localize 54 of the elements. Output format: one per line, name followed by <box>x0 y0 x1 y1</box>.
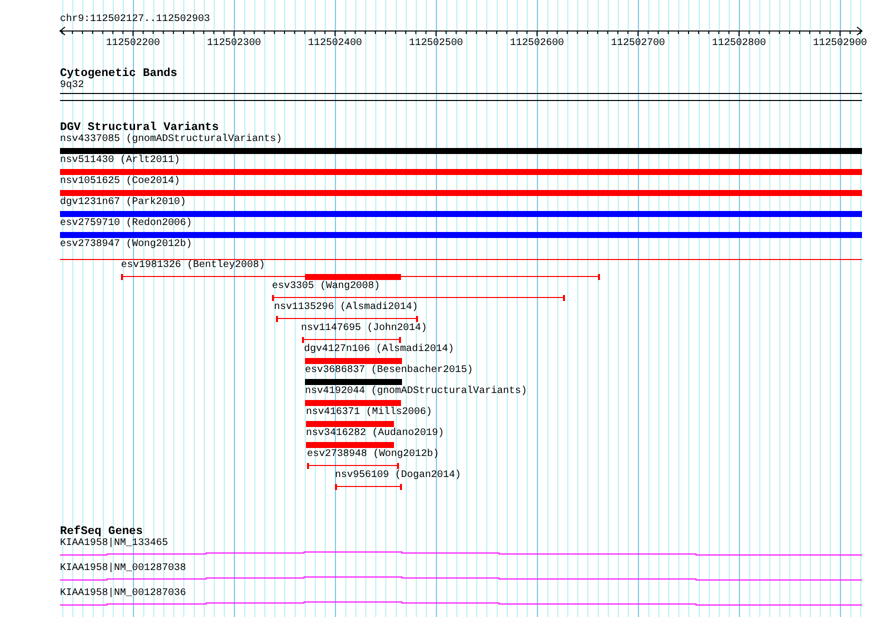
track-title: DGV Structural Variants <box>60 121 219 134</box>
variant-bar[interactable] <box>60 169 862 175</box>
variant-label: dgv1231n67 (Park2010) <box>60 197 186 209</box>
variant-span[interactable] <box>276 316 418 322</box>
variant-label: dgv4127n106 (Alsmadi2014) <box>304 344 454 356</box>
gene-label: KIAA1958|NM_001287038 <box>60 563 186 575</box>
transcript-line[interactable] <box>60 602 862 606</box>
band-label: 9q32 <box>60 80 84 92</box>
chromosome-band[interactable] <box>60 93 862 101</box>
variant-label: nsv1147695 (John2014) <box>301 323 428 335</box>
variant-bar[interactable] <box>305 400 401 406</box>
track-title: Cytogenetic Bands <box>60 67 178 80</box>
variant-span[interactable] <box>272 295 565 301</box>
ruler-tick-label: 112502300 <box>207 38 261 49</box>
variant-bar[interactable] <box>60 148 862 154</box>
ruler-tick-label: 112502400 <box>308 38 362 49</box>
variant-span[interactable] <box>302 337 401 343</box>
variant-bar[interactable] <box>60 232 862 238</box>
variant-label: nsv4337085 (gnomADStructuralVariants) <box>60 134 282 146</box>
variant-span[interactable] <box>307 463 399 469</box>
gene-label: KIAA1958|NM_001287036 <box>60 588 186 600</box>
ruler-tick-label: 112502800 <box>712 38 766 49</box>
variant-line[interactable] <box>60 259 862 260</box>
ruler-tick-label: 112502900 <box>813 38 867 49</box>
variant-bar[interactable] <box>60 211 862 217</box>
variant-label: esv2738948 (Wong2012b) <box>307 449 440 461</box>
ruler-tick-label: 112502200 <box>106 38 160 49</box>
ruler-tick-label: 112502600 <box>510 38 564 49</box>
variant-label: nsv1135296 (Alsmadi2014) <box>274 302 418 314</box>
variant-label: esv2759710 (Redon2006) <box>60 218 192 230</box>
variant-bar[interactable] <box>306 421 394 427</box>
variant-label: esv3305 (Wang2008) <box>272 281 380 293</box>
region-label: chr9:112502127..112502903 <box>60 12 210 26</box>
variant-label: nsv956109 (Dogan2014) <box>335 470 462 482</box>
variant-span[interactable] <box>335 484 402 490</box>
variant-bar[interactable] <box>305 358 402 364</box>
variant-label: nsv4192044 (gnomADStructuralVariants) <box>305 386 528 398</box>
variant-label: esv3686837 (Besenbacher2015) <box>305 365 474 377</box>
track-title: RefSeq Genes <box>60 525 143 538</box>
ruler-tick-label: 112502700 <box>611 38 665 49</box>
gene-label: KIAA1958|NM_133465 <box>60 538 168 550</box>
ruler-tick-label: 112502500 <box>409 38 463 49</box>
variant-bar[interactable] <box>60 190 862 196</box>
variant-label: nsv3416282 (Audano2019) <box>306 428 444 440</box>
variant-span[interactable] <box>121 274 600 280</box>
variant-bar[interactable] <box>305 379 402 385</box>
variant-label: nsv511430 (Arlt2011) <box>60 155 180 167</box>
transcript-line[interactable] <box>60 576 862 580</box>
variant-label: esv1981326 (Bentley2008) <box>121 260 266 272</box>
variant-bar[interactable] <box>306 442 394 448</box>
transcript-line[interactable] <box>60 552 862 556</box>
variant-label: nsv416371 (Mills2006) <box>306 407 432 419</box>
variant-label: esv2738947 (Wong2012b) <box>60 239 192 251</box>
variant-label: nsv1051625 (Coe2014) <box>60 176 180 188</box>
